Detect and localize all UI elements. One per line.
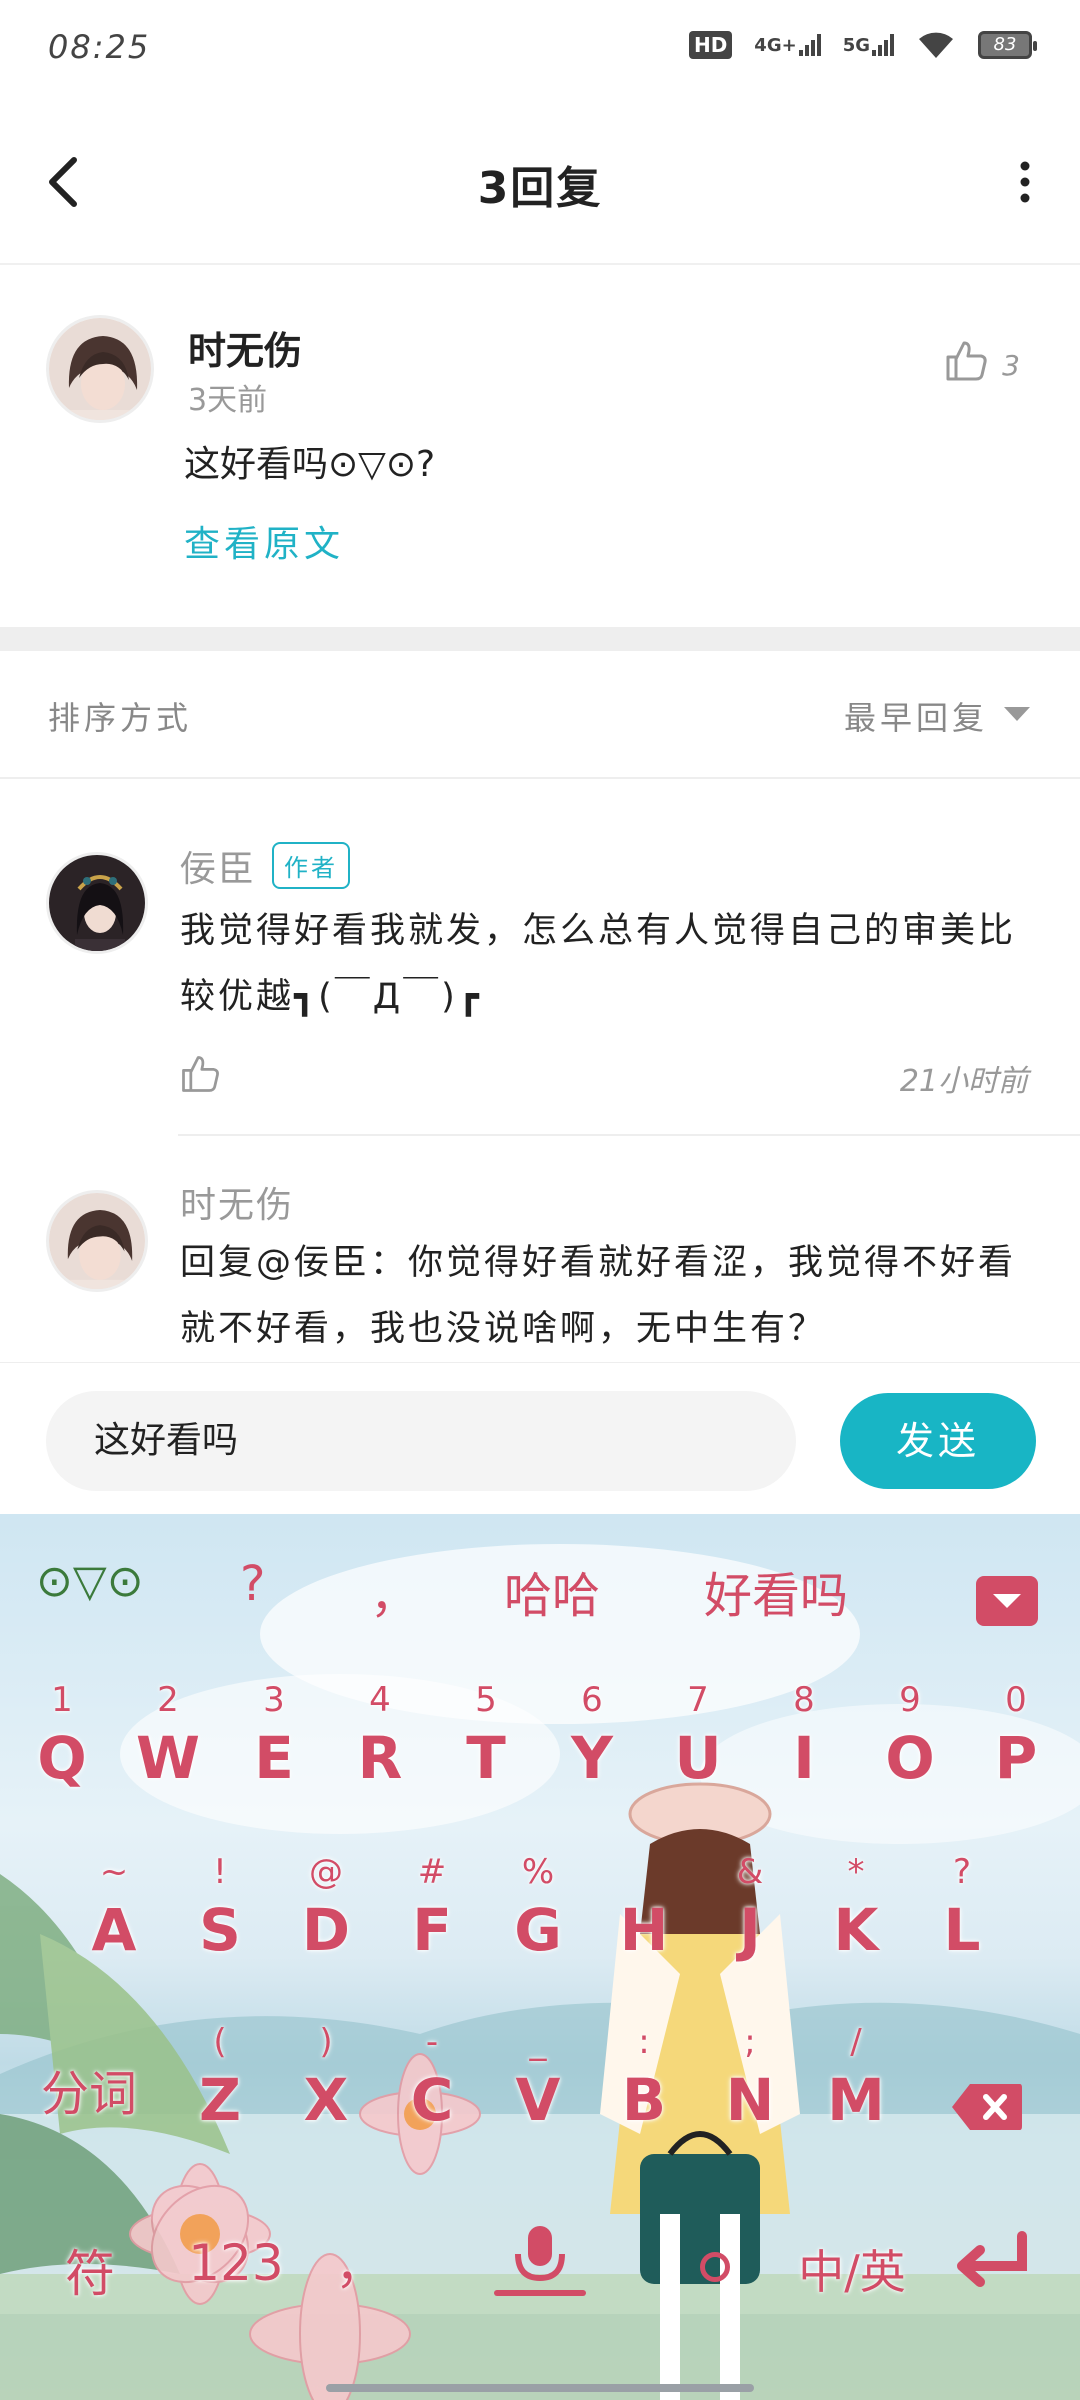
network-label-4g: 4G+ — [754, 35, 797, 56]
comment-input[interactable]: 这好看吗 — [46, 1391, 796, 1491]
key-e[interactable]: 3E — [232, 1674, 316, 1790]
view-original-link[interactable]: 查看原文 — [184, 515, 344, 567]
network-label-5g: 5G — [842, 35, 870, 56]
wifi-icon — [919, 32, 953, 58]
signal-bars-icon — [872, 34, 894, 56]
gesture-navigation-bar[interactable] — [326, 2384, 754, 2392]
page-title: 3回复 — [477, 163, 603, 214]
section-divider — [0, 627, 1080, 651]
key-r[interactable]: 4R — [338, 1674, 422, 1790]
avatar[interactable] — [46, 315, 154, 423]
key-t[interactable]: 5T — [444, 1674, 528, 1790]
candidate-bar: ⊙▽⊙ ? ， 哈哈 好看吗 — [0, 1534, 1080, 1634]
candidate-word[interactable]: 哈哈 — [504, 1556, 600, 1626]
reply-author[interactable]: 佞臣 — [180, 840, 256, 892]
microphone-icon[interactable] — [490, 2220, 590, 2300]
candidate-word[interactable]: ? — [240, 1556, 265, 1612]
key-l[interactable]: ? L — [920, 1846, 1004, 1962]
reply-time: 21小时前 — [899, 1064, 1028, 1099]
reply-author[interactable]: 时无伤 — [180, 1176, 294, 1228]
post-time: 3天前 — [188, 383, 268, 418]
thumbs-up-icon[interactable] — [942, 337, 990, 385]
list-item: 佞臣 作者 我觉得好看我就发，怎么总有人觉得自己的审美比较优越┓(￣Д￣)┏ 2… — [0, 780, 1080, 1136]
more-vertical-icon[interactable] — [1010, 152, 1040, 212]
key-y[interactable]: 6Y — [550, 1674, 634, 1790]
battery-icon: 83 — [978, 31, 1037, 59]
status-time: 08:25 — [48, 28, 151, 66]
hd-icon: HD — [688, 31, 733, 59]
key-d[interactable]: @ D — [284, 1846, 368, 1962]
key-j[interactable]: & J — [708, 1846, 792, 1962]
key-o[interactable]: 9O — [868, 1674, 952, 1790]
author-badge: 作者 — [272, 842, 350, 889]
reply-list[interactable]: 佞臣 作者 我觉得好看我就发，怎么总有人觉得自己的审美比较优越┓(￣Д￣)┏ 2… — [0, 780, 1080, 1362]
comment-input-bar: 这好看吗 发送 — [0, 1362, 1080, 1514]
key-c[interactable]: -C — [390, 2016, 474, 2132]
signal-5g-icon: 5G — [843, 34, 894, 56]
key-m[interactable]: / M — [814, 2016, 898, 2132]
like-count: 3 — [1002, 349, 1020, 382]
key-f[interactable]: # F — [390, 1846, 474, 1962]
candidate-word[interactable]: 好看吗 — [704, 1556, 848, 1626]
comment-text: 这好看吗⊙▽⊙? — [184, 444, 436, 485]
key-u[interactable]: 7U — [656, 1674, 740, 1790]
reply-text: 我觉得好看我就发，怎么总有人觉得自己的审美比较优越┓(￣Д￣)┏ — [180, 911, 1017, 1017]
split-word-key[interactable]: 分词 — [24, 2054, 154, 2124]
sort-bar: 排序方式 最早回复 — [0, 651, 1080, 779]
reply-text: 回复@佞臣：你觉得好看就好看涩，我觉得不好看就不好看，我也没说啥啊，无中生有？ — [180, 1243, 1017, 1349]
candidate-word[interactable]: ， — [370, 1556, 418, 1626]
key-q[interactable]: 1Q — [20, 1674, 104, 1790]
signal-bars-icon — [798, 34, 821, 56]
original-comment: 时无伤 3天前 这好看吗⊙▽⊙? 查看原文 3 — [0, 265, 1080, 627]
status-bar: 08:25 HD 4G+ 5G 83 — [0, 0, 1080, 100]
key-v[interactable]: _ V — [496, 2016, 580, 2132]
key-p[interactable]: 0P — [974, 1674, 1058, 1790]
number-key[interactable]: 123 — [176, 2234, 296, 2292]
top-app-bar: 3回复 — [0, 100, 1080, 265]
language-switch-key[interactable]: 中/英 — [782, 2236, 922, 2302]
status-icons: HD 4G+ 5G 83 — [688, 30, 1037, 60]
key-g[interactable]: % G — [496, 1846, 580, 1962]
thumbs-up-icon[interactable] — [178, 1052, 222, 1096]
key-x[interactable]: ) X — [284, 2016, 368, 2132]
signal-4g-icon: 4G+ — [754, 34, 821, 56]
key-s[interactable]: ! S — [178, 1846, 262, 1962]
key-w[interactable]: 2W — [126, 1674, 210, 1790]
avatar[interactable] — [46, 852, 148, 954]
sort-label: 排序方式 — [48, 699, 193, 737]
sort-dropdown[interactable]: 最早回复 — [844, 693, 988, 739]
avatar[interactable] — [46, 1190, 148, 1292]
candidate-word[interactable]: ⊙▽⊙ — [36, 1556, 144, 1607]
key-k[interactable]: * K — [814, 1846, 898, 1962]
soft-keyboard: ⊙▽⊙ ? ， 哈哈 好看吗 1Q 2W 3E 4R 5T 6Y 7U 8I 9… — [0, 1514, 1080, 2400]
list-item: 时无伤 回复@佞臣：你觉得好看就好看涩，我觉得不好看就不好看，我也没说啥啊，无中… — [0, 1136, 1080, 1362]
key-i[interactable]: 8I — [762, 1674, 846, 1790]
key-z[interactable]: (Z — [178, 2016, 262, 2132]
space-key[interactable] — [700, 2252, 730, 2282]
key-h[interactable]: H — [602, 1846, 686, 1962]
symbol-key[interactable]: 符 — [50, 2234, 130, 2306]
key-n[interactable]: ; N — [708, 2016, 792, 2132]
author-name[interactable]: 时无伤 — [188, 320, 302, 375]
key-a[interactable]: ~ A — [72, 1846, 156, 1962]
comma-key[interactable]: ， — [330, 2226, 390, 2298]
collapse-keyboard-icon[interactable] — [976, 1576, 1038, 1626]
caret-down-icon[interactable] — [1004, 707, 1030, 721]
key-b[interactable]: :B — [602, 2016, 686, 2132]
backspace-icon[interactable] — [950, 2082, 1024, 2132]
send-button[interactable]: 发送 — [840, 1393, 1036, 1489]
enter-icon[interactable] — [950, 2230, 1034, 2294]
